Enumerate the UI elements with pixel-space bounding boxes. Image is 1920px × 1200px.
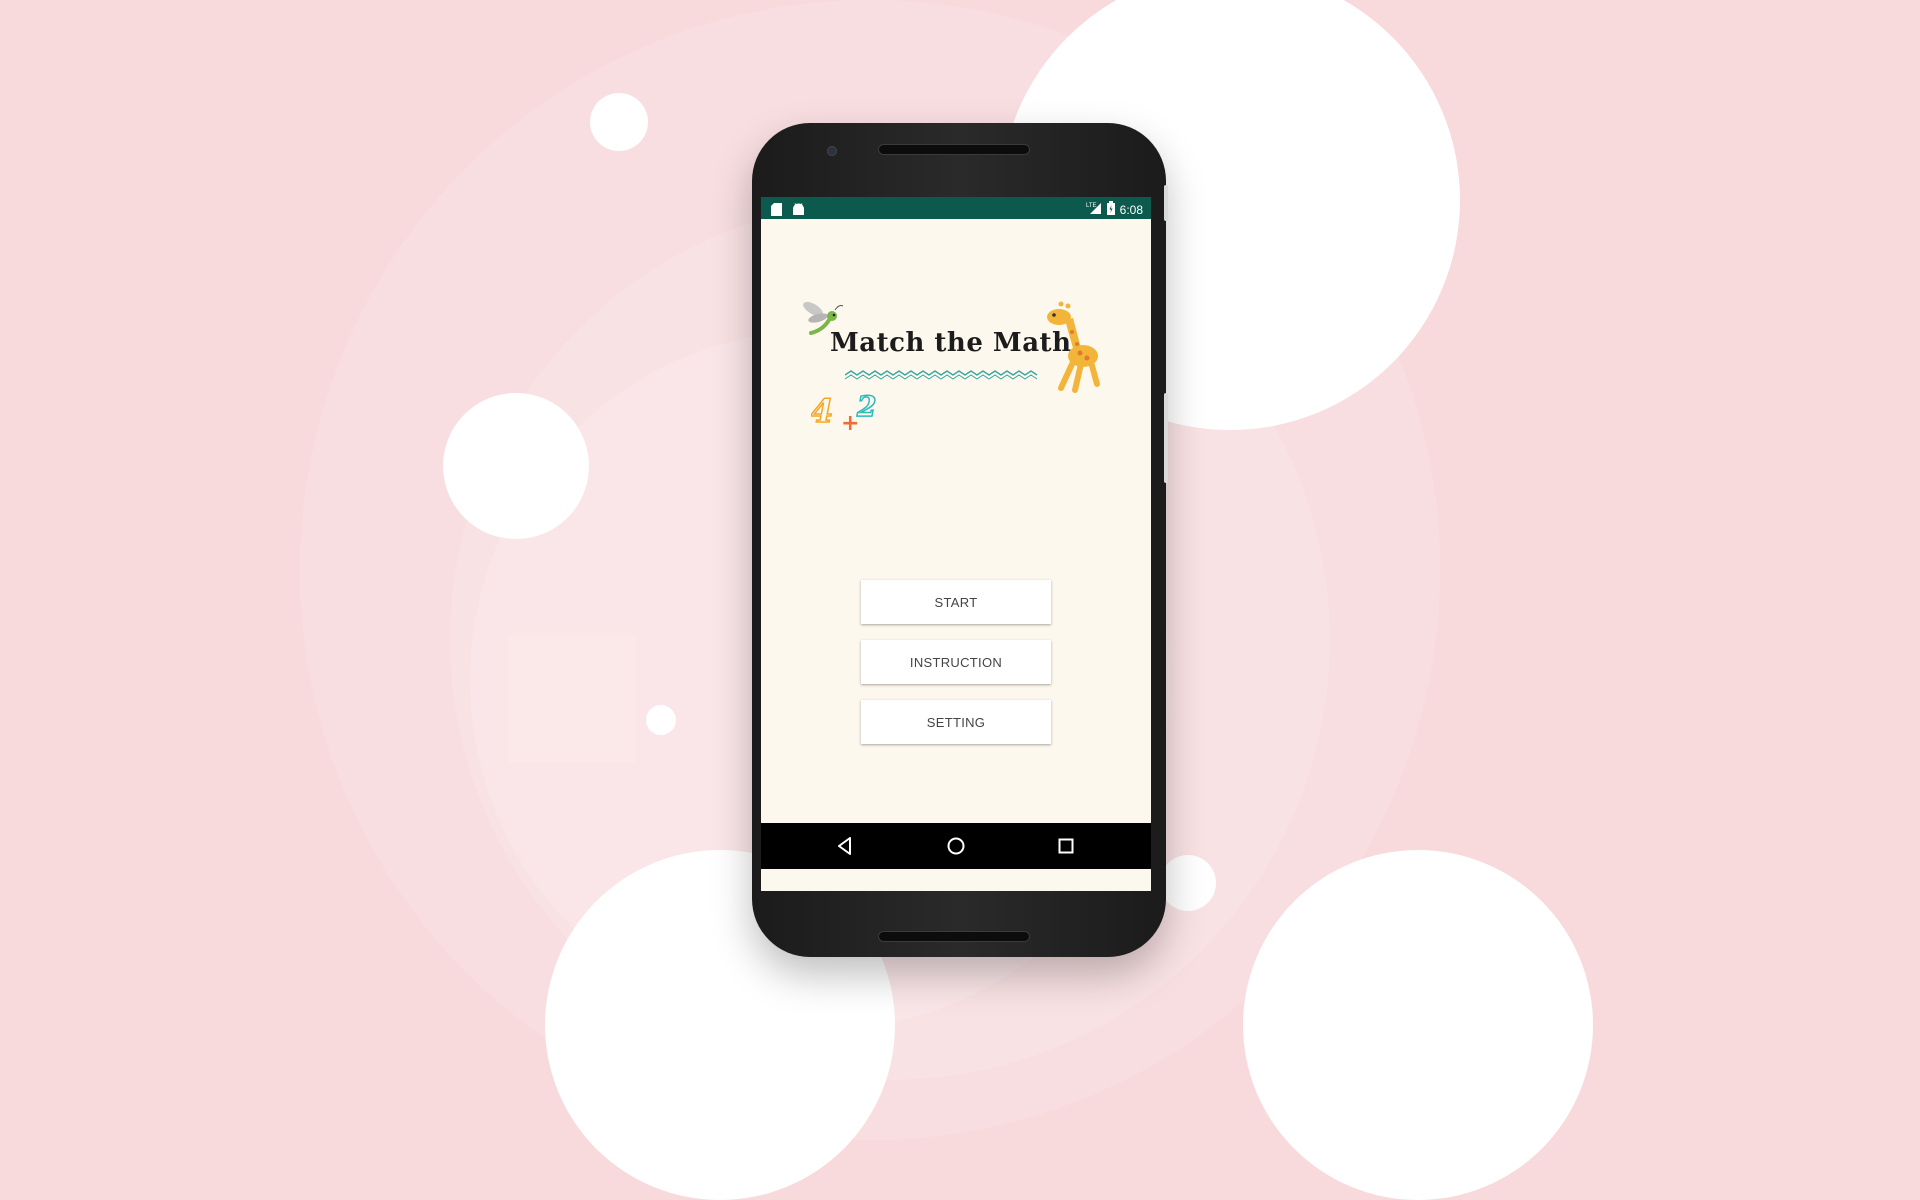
top-speaker — [878, 144, 1030, 155]
lte-signal-icon: LTE — [1086, 200, 1102, 219]
svg-text:LTE: LTE — [1086, 203, 1097, 209]
app-title: Match the Math — [830, 328, 1072, 358]
svg-text:4: 4 — [811, 394, 833, 430]
setting-button[interactable]: SETTING — [861, 700, 1051, 744]
giraffe-icon — [1047, 301, 1100, 393]
recents-icon[interactable] — [1053, 833, 1079, 859]
bubble-small-top-left — [590, 93, 648, 151]
bubble-tiny-left — [646, 705, 676, 735]
status-time: 6:08 — [1119, 202, 1143, 217]
zigzag-underline — [845, 370, 1038, 380]
android-icon — [792, 201, 805, 220]
bottom-speaker — [878, 931, 1030, 942]
navigation-bar — [761, 823, 1151, 869]
bubble-medium-left — [443, 393, 589, 539]
front-camera — [827, 146, 837, 156]
power-button — [1164, 185, 1168, 221]
back-icon[interactable] — [832, 833, 858, 859]
volume-button — [1164, 393, 1168, 483]
sd-card-icon — [771, 201, 782, 220]
svg-text:2: 2 — [856, 394, 876, 423]
home-icon[interactable] — [943, 833, 969, 859]
bubble-small-right — [1160, 855, 1216, 911]
start-button[interactable]: START — [861, 580, 1051, 624]
numbers-decoration-icon: 4 + 2 — [811, 394, 877, 434]
phone-device: LTE 6:08 Match the Math 4 + 2 START INST… — [752, 123, 1168, 957]
bubble-large-bottom-right — [1243, 850, 1593, 1200]
status-bar: LTE 6:08 — [761, 197, 1151, 219]
app-logo: Match the Math 4 + 2 — [801, 300, 1121, 440]
battery-icon — [1106, 200, 1115, 219]
instruction-button[interactable]: INSTRUCTION — [861, 640, 1051, 684]
app-screen: LTE 6:08 Match the Math 4 + 2 START INST… — [761, 197, 1151, 891]
